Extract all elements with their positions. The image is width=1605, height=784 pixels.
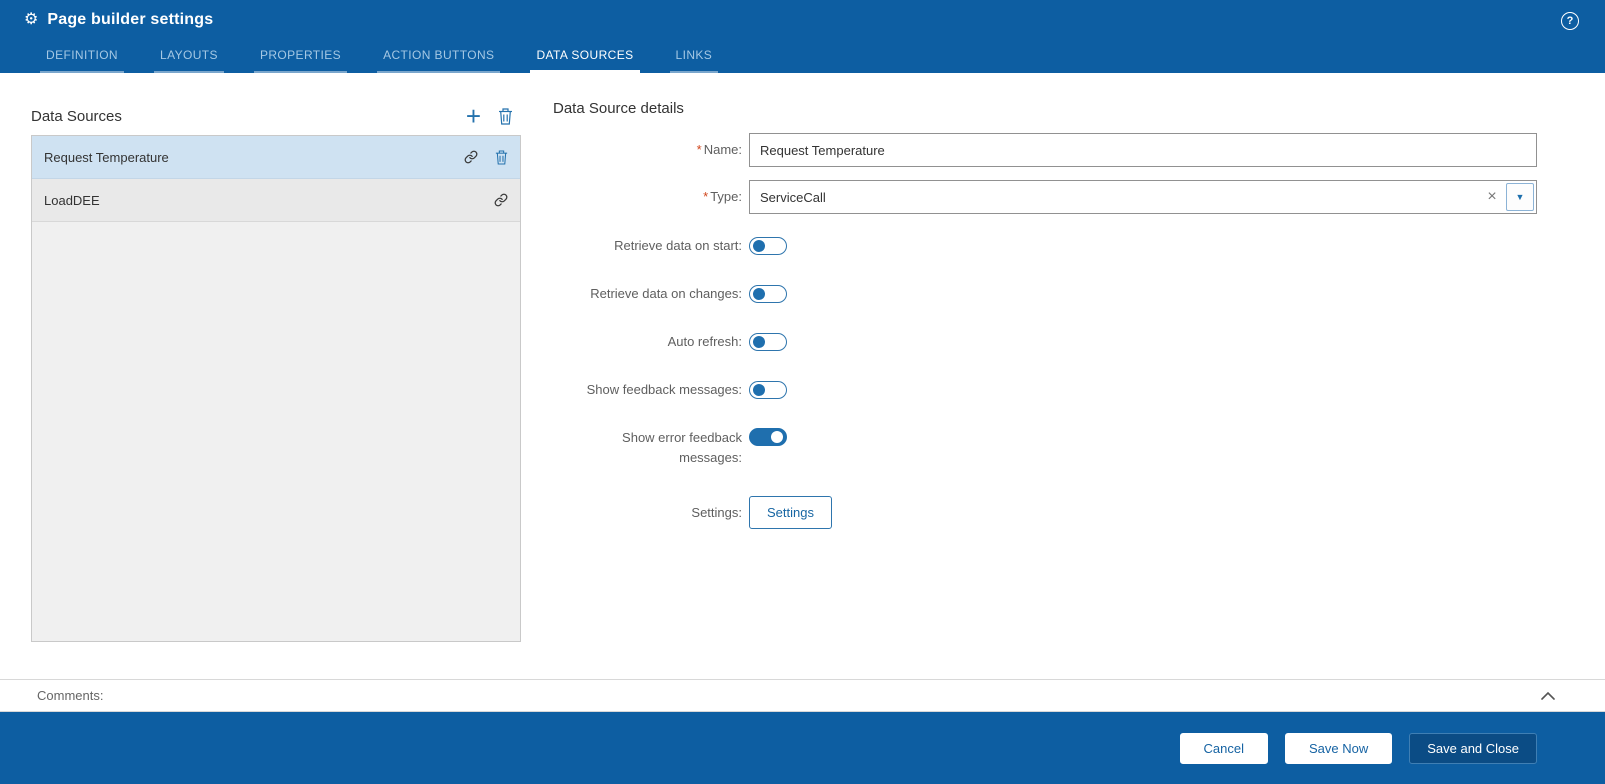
auto-refresh-toggle[interactable] <box>749 333 787 351</box>
name-input[interactable] <box>749 133 1537 167</box>
page-title: Page builder settings <box>47 11 214 28</box>
tab-action-buttons[interactable]: ACTION BUTTONS <box>377 48 501 73</box>
settings-row: Settings: Settings <box>553 496 1537 529</box>
retrieve-on-changes-row: Retrieve data on changes: <box>553 284 1537 304</box>
toggle-label: Show feedback messages: <box>586 382 742 397</box>
list-item[interactable]: LoadDEE <box>32 179 520 222</box>
data-source-details: Data Source details *Name: *Type: Servic… <box>553 100 1537 542</box>
list-item[interactable]: Request Temperature <box>32 136 520 179</box>
tab-definition[interactable]: DEFINITION <box>40 48 124 73</box>
footer: Cancel Save Now Save and Close <box>0 712 1605 784</box>
type-combobox[interactable]: ServiceCall × ▼ <box>749 180 1537 214</box>
tab-bar: DEFINITION LAYOUTS PROPERTIES ACTION BUT… <box>40 48 748 73</box>
cancel-button[interactable]: Cancel <box>1179 732 1268 764</box>
tab-data-sources[interactable]: DATA SOURCES <box>530 48 640 73</box>
data-source-name: Request Temperature <box>44 149 169 165</box>
delete-row-icon[interactable] <box>495 149 508 165</box>
retrieve-on-start-toggle[interactable] <box>749 237 787 255</box>
retrieve-on-changes-toggle[interactable] <box>749 285 787 303</box>
type-row: * Type: ServiceCall × ▼ <box>553 180 1537 214</box>
tab-properties[interactable]: PROPERTIES <box>253 48 348 73</box>
clear-icon[interactable]: × <box>1478 188 1506 206</box>
chevron-up-icon[interactable] <box>1541 691 1555 700</box>
comments-label: Comments: <box>37 688 104 703</box>
name-label: * Name: <box>696 142 742 157</box>
name-row: * Name: <box>553 133 1537 167</box>
chevron-down-icon[interactable]: ▼ <box>1506 183 1534 211</box>
toggle-label: Show error feedback messages: <box>622 430 742 465</box>
required-marker: * <box>696 142 702 157</box>
add-data-source-icon[interactable]: + <box>466 103 481 129</box>
data-source-name: LoadDEE <box>44 192 100 208</box>
tab-links[interactable]: LINKS <box>669 48 719 73</box>
data-sources-panel-title: Data Sources <box>31 107 122 125</box>
header: ⚙ Page builder settings ? DEFINITION LAY… <box>0 0 1605 73</box>
link-icon[interactable] <box>494 193 508 207</box>
required-marker: * <box>703 189 709 204</box>
page-builder-settings-window: ⚙ Page builder settings ? DEFINITION LAY… <box>0 0 1605 784</box>
type-label: * Type: <box>703 189 742 204</box>
help-icon[interactable]: ? <box>1561 12 1579 30</box>
tab-layouts[interactable]: LAYOUTS <box>154 48 224 73</box>
comments-bar: Comments: <box>0 679 1605 712</box>
header-title-row: ⚙ Page builder settings <box>24 11 213 29</box>
type-value: ServiceCall <box>760 189 826 205</box>
save-now-button[interactable]: Save Now <box>1284 732 1393 764</box>
data-sources-panel-actions: + <box>466 103 513 129</box>
delete-data-source-icon[interactable] <box>498 107 513 125</box>
data-sources-panel: Data Sources + Request Temperature LoadD… <box>31 100 521 642</box>
toggle-label: Retrieve data on start: <box>614 238 742 253</box>
show-error-feedback-toggle[interactable] <box>749 428 787 446</box>
auto-refresh-row: Auto refresh: <box>553 332 1537 352</box>
save-and-close-button[interactable]: Save and Close <box>1409 732 1537 764</box>
row-actions <box>494 193 508 207</box>
gear-icon: ⚙ <box>24 11 39 28</box>
details-title: Data Source details <box>553 100 684 117</box>
show-error-feedback-row: Show error feedback messages: <box>553 428 1537 468</box>
show-feedback-row: Show feedback messages: <box>553 380 1537 400</box>
retrieve-on-start-row: Retrieve data on start: <box>553 236 1537 256</box>
toggle-label: Auto refresh: <box>667 334 742 349</box>
show-feedback-toggle[interactable] <box>749 381 787 399</box>
row-actions <box>464 149 508 165</box>
settings-label: Settings: <box>691 504 742 520</box>
toggle-label: Retrieve data on changes: <box>590 286 742 301</box>
data-sources-panel-header: Data Sources + <box>31 100 521 132</box>
help-glyph: ? <box>1566 15 1574 27</box>
settings-button[interactable]: Settings <box>749 496 832 529</box>
link-icon[interactable] <box>464 150 478 164</box>
data-source-list: Request Temperature LoadDEE <box>31 135 521 642</box>
